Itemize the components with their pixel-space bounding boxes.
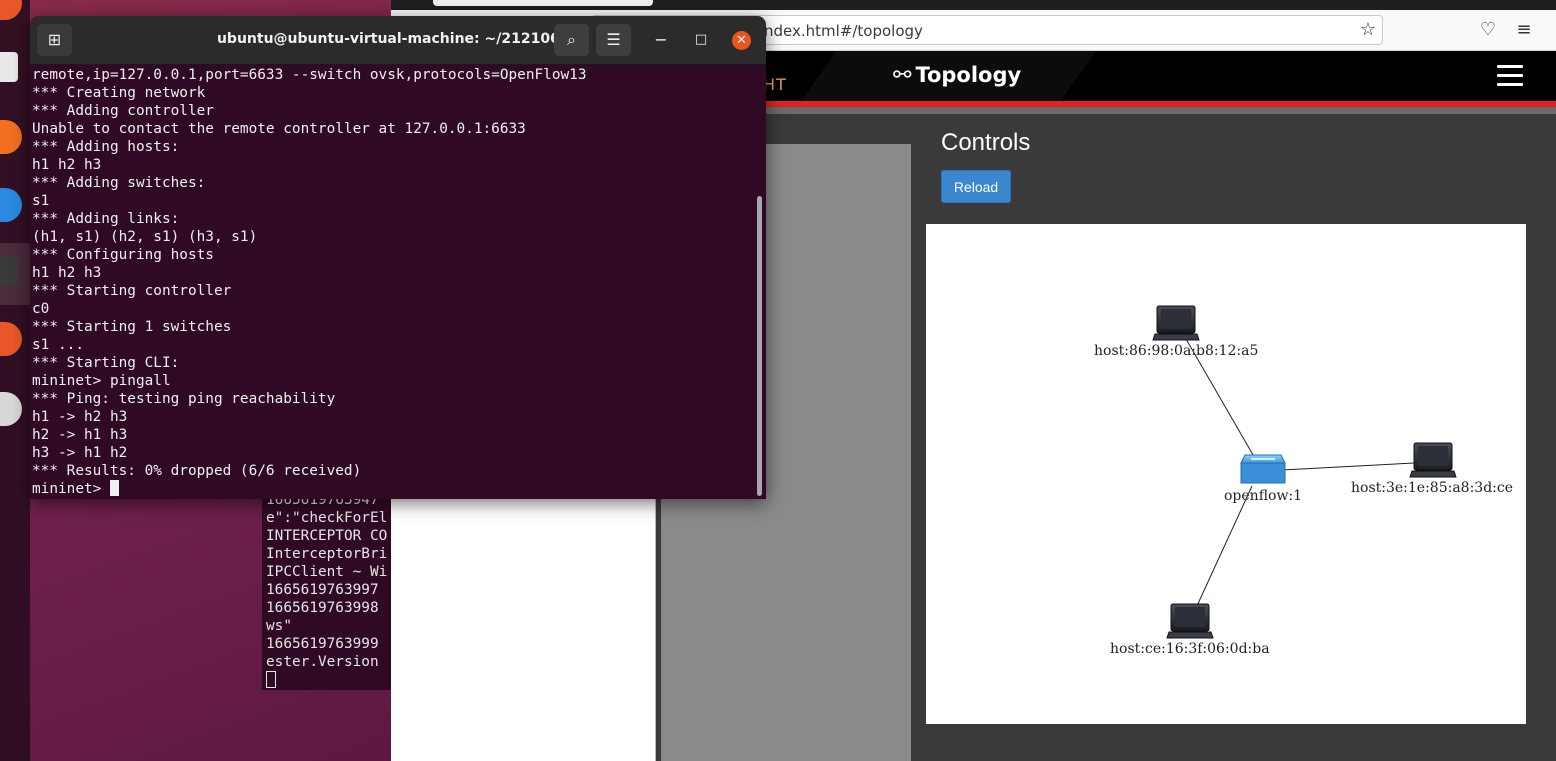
ubuntu-dock (0, 0, 30, 761)
terminal-line: h1 h2 h3 (32, 157, 102, 173)
terminal-line: mininet> pingall (32, 373, 171, 389)
hamburger-menu-icon[interactable] (1497, 65, 1523, 87)
menu-icon[interactable]: ≡ (1513, 19, 1535, 41)
search-icon[interactable]: ⌕ (554, 24, 589, 56)
host-node-ba[interactable] (1166, 603, 1214, 639)
terminal-line: *** Creating network (32, 85, 206, 101)
terminal-line: h2 -> h1 h3 (32, 427, 128, 443)
terminal-line: *** Adding controller (32, 103, 214, 119)
background-terminal: 1665619763947 e":"checkForEl INTERCEPTOR C… (262, 490, 392, 690)
maximize-icon[interactable]: □ (686, 24, 716, 56)
active-tab[interactable] (433, 0, 653, 6)
background-terminal-line: ester.Version (266, 654, 379, 670)
menu-icon[interactable]: ☰ (596, 24, 631, 56)
terminal-line: remote,ip=127.0.0.1,port=6633 --switch o… (32, 67, 587, 83)
help-icon[interactable] (0, 188, 22, 222)
node-label: openflow:1 (1224, 488, 1303, 504)
background-terminal-output: 1665619763947 e":"checkForEl INTERCEPTOR C… (266, 491, 387, 690)
tab-strip (391, 0, 1556, 10)
firefox-icon[interactable] (0, 0, 22, 20)
terminal-line: *** Adding links: (32, 211, 180, 227)
terminal-scrollbar[interactable] (757, 196, 762, 496)
terminal-line: *** Results: 0% dropped (6/6 received) (32, 463, 362, 479)
background-terminal-cursor (266, 671, 276, 688)
terminal-line: h3 -> h1 h2 (32, 445, 128, 461)
reload-button[interactable]: Reload (941, 170, 1011, 203)
host-node-ce[interactable] (1409, 442, 1457, 478)
terminal-header: ⊞ ubuntu@ubuntu-virtual-machine: ~/21210… (30, 16, 766, 65)
pocket-icon[interactable]: ♡ (1477, 19, 1499, 41)
terminal-line: (h1, s1) (h2, s1) (h3, s1) (32, 229, 258, 245)
topology-canvas[interactable]: host:86:98:0a:b8:12:a5 openflow:1 host:3… (926, 224, 1526, 724)
terminal-line: *** Adding switches: (32, 175, 206, 191)
background-terminal-line: InterceptorBri (266, 546, 388, 562)
background-terminal-line: IPCClient ~ Wi (266, 564, 388, 580)
switch-node-openflow1[interactable] (1240, 454, 1286, 484)
terminal-line: h1 -> h2 h3 (32, 409, 128, 425)
terminal-line: Unable to contact the remote controller … (32, 121, 526, 137)
background-terminal-line: 1665619763998 (266, 600, 379, 616)
topology-icon: ⚯ (893, 63, 912, 88)
host-node-a5[interactable] (1152, 305, 1200, 341)
node-label: host:3e:1e:85:a8:3d:ce (1351, 480, 1514, 496)
terminal-line: *** Starting CLI: (32, 355, 180, 371)
terminal-output: remote,ip=127.0.0.1,port=6633 --switch o… (32, 65, 752, 499)
bookmark-star-icon[interactable]: ☆ (1357, 19, 1379, 41)
node-label: host:86:98:0a:b8:12:a5 (1094, 343, 1259, 359)
terminal-icon[interactable] (0, 256, 18, 286)
files-icon[interactable] (0, 52, 18, 82)
background-terminal-line: INTERCEPTOR CO (266, 528, 388, 544)
terminal-cursor (109, 480, 119, 496)
terminal-line: s1 ... (32, 337, 84, 353)
url-text: ndex.html#/topology (764, 22, 923, 40)
terminal-line: *** Starting controller (32, 283, 232, 299)
brand-text: HT (763, 75, 787, 94)
terminal-line: *** Adding hosts: (32, 139, 180, 155)
topology-title[interactable]: ⚯ Topology (893, 63, 1021, 88)
controls-title: Controls (941, 129, 1031, 156)
terminal-lines: remote,ip=127.0.0.1,port=6633 --switch o… (32, 66, 752, 480)
background-terminal-line: 1665619763999 (266, 636, 379, 652)
terminal-line: *** Ping: testing ping reachability (32, 391, 336, 407)
node-label: host:ce:16:3f:06:0d:ba (1110, 641, 1270, 657)
link-switch-ba (1195, 485, 1253, 609)
link-switch-ce (1281, 462, 1415, 471)
terminal-window[interactable]: ⊞ ubuntu@ubuntu-virtual-machine: ~/21210… (30, 16, 766, 499)
terminal-line: *** Starting 1 switches (32, 319, 232, 335)
close-icon[interactable]: ✕ (732, 31, 751, 50)
background-terminal-line: e":"checkForEl (266, 510, 388, 526)
terminal-line: s1 (32, 193, 50, 209)
software-icon[interactable] (0, 120, 22, 154)
terminal-line: *** Configuring hosts (32, 247, 214, 263)
terminal-line: c0 (32, 301, 50, 317)
terminal-prompt: mininet> (32, 481, 110, 497)
app-icon[interactable] (0, 322, 22, 356)
background-terminal-line: 1665619763997 (266, 582, 379, 598)
dvd-icon[interactable] (0, 392, 22, 426)
minimize-icon[interactable]: − (646, 24, 676, 56)
terminal-line: h1 h2 h3 (32, 265, 102, 281)
background-terminal-line: ws" (266, 618, 292, 634)
